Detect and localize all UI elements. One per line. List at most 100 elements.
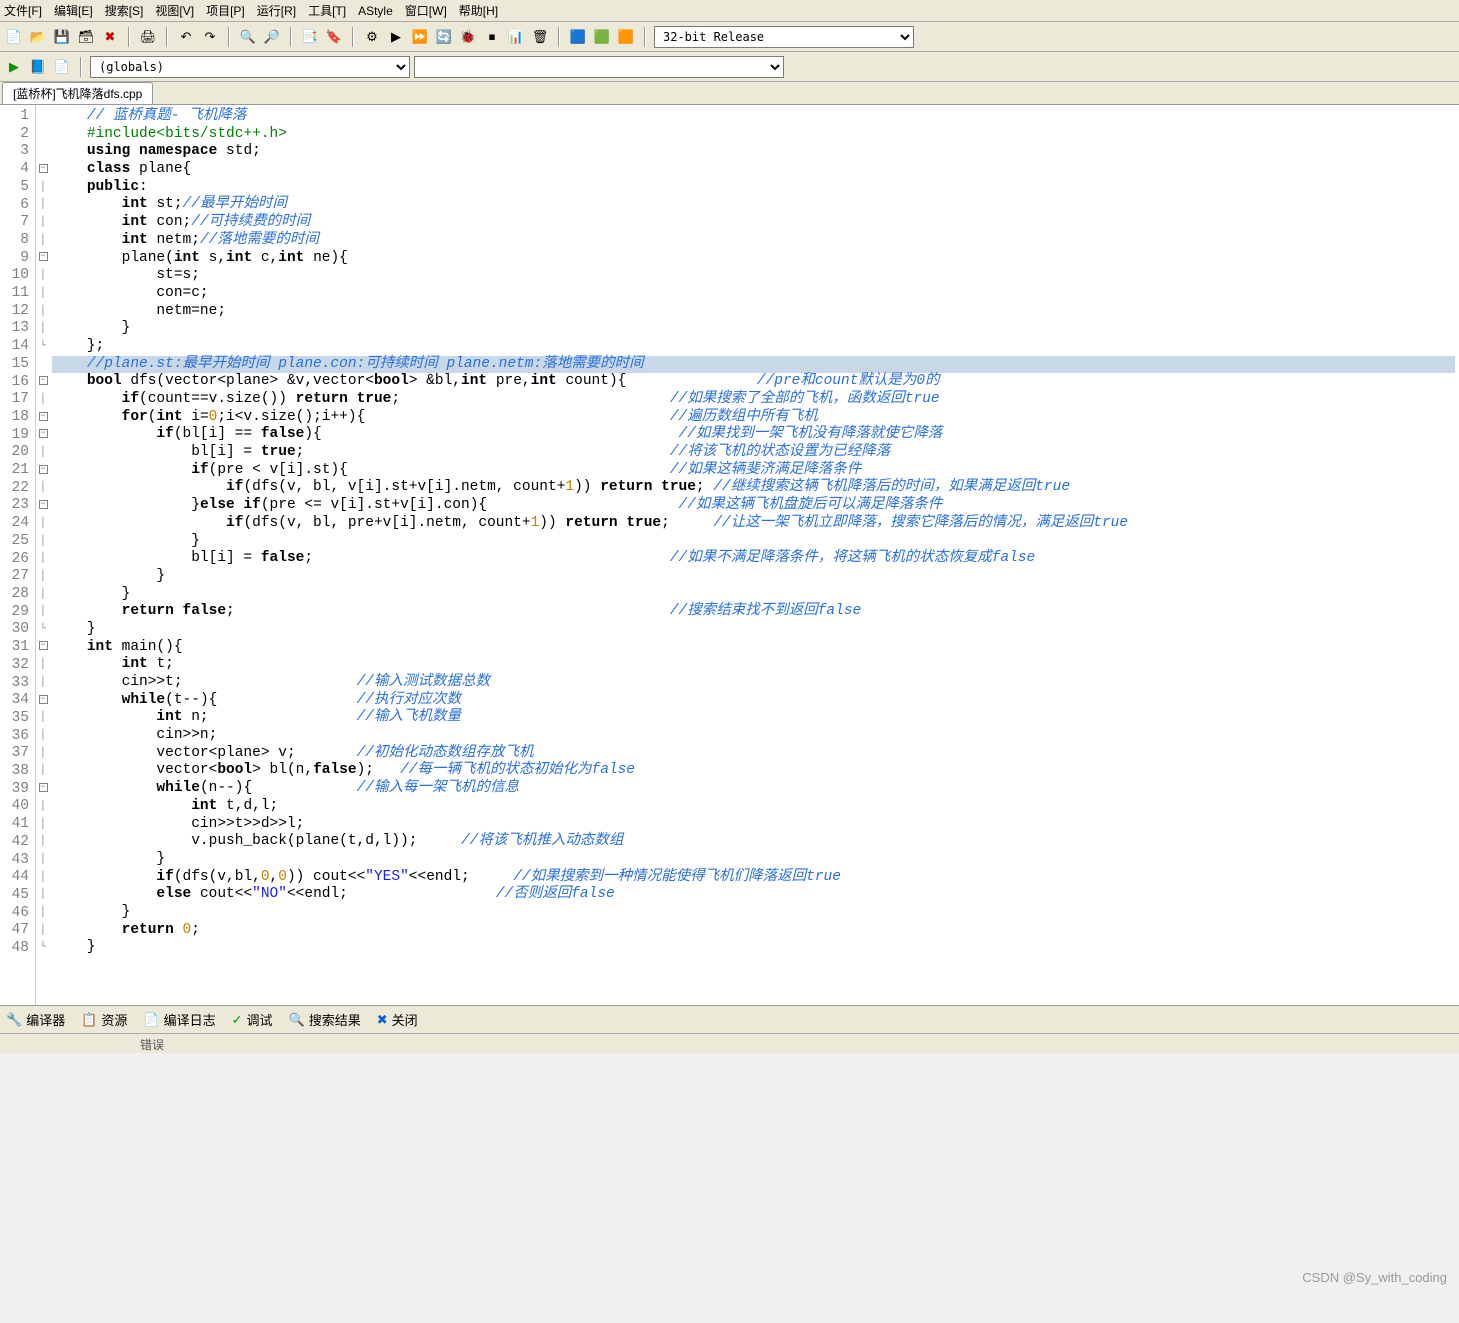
code-line[interactable]: class plane{ xyxy=(52,161,1455,179)
code-line[interactable]: public: xyxy=(52,179,1455,197)
code-line[interactable]: plane(int s,int c,int ne){ xyxy=(52,250,1455,268)
code-line[interactable]: if(pre < v[i].st){ //如果这辆斐济满足降落条件 xyxy=(52,462,1455,480)
tab-compiler[interactable]: 🔧编译器 xyxy=(6,1010,65,1029)
code-line[interactable]: while(t--){ //执行对应次数 xyxy=(52,692,1455,710)
code-line[interactable]: } xyxy=(52,904,1455,922)
tab-resources[interactable]: 📋资源 xyxy=(81,1010,127,1029)
close-file-icon[interactable]: ✖ xyxy=(100,27,120,47)
code-line[interactable]: for(int i=0;i<v.size();i++){ //遍历数组中所有飞机 xyxy=(52,409,1455,427)
code-line[interactable]: } xyxy=(52,533,1455,551)
member-combo[interactable] xyxy=(414,56,784,78)
fold-marker[interactable]: − xyxy=(36,426,50,444)
menu-file[interactable]: 文件[F] xyxy=(4,2,42,19)
delete-exe-icon[interactable]: 🗑 xyxy=(530,27,550,47)
undo-icon[interactable]: ↶ xyxy=(176,27,196,47)
code-line[interactable]: v.push_back(plane(t,d,l)); //将该飞机推入动态数组 xyxy=(52,833,1455,851)
config3-icon[interactable]: 🟧 xyxy=(616,27,636,47)
code-line[interactable]: netm=ne; xyxy=(52,303,1455,321)
fold-marker[interactable]: − xyxy=(36,373,50,391)
menu-help[interactable]: 帮助[H] xyxy=(459,2,498,19)
menu-view[interactable]: 视图[V] xyxy=(155,2,194,19)
code-line[interactable]: cin>>t>>d>>l; xyxy=(52,816,1455,834)
fold-marker[interactable]: − xyxy=(36,409,50,427)
rebuild-icon[interactable]: 🔄 xyxy=(434,27,454,47)
code-line[interactable]: return false; //搜索结束找不到返回false xyxy=(52,603,1455,621)
code-line[interactable]: } xyxy=(52,851,1455,869)
code-line[interactable]: while(n--){ //输入每一架飞机的信息 xyxy=(52,780,1455,798)
code-line[interactable]: int main(){ xyxy=(52,639,1455,657)
code-line[interactable]: } xyxy=(52,621,1455,639)
goto-icon[interactable]: 📑 xyxy=(300,27,320,47)
code-line[interactable]: if(bl[i] == false){ //如果找到一架飞机没有降落就使它降落 xyxy=(52,426,1455,444)
tab-compile-log[interactable]: 📄编译日志 xyxy=(143,1010,215,1029)
open-file-icon[interactable]: 📂 xyxy=(28,27,48,47)
code-line[interactable]: } xyxy=(52,586,1455,604)
fold-marker[interactable]: − xyxy=(36,250,50,268)
config2-icon[interactable]: 🟩 xyxy=(592,27,612,47)
new-class-icon[interactable]: 📄 xyxy=(52,57,72,77)
bookmark-icon[interactable]: 🔖 xyxy=(324,27,344,47)
code-line[interactable]: } xyxy=(52,320,1455,338)
menu-edit[interactable]: 编辑[E] xyxy=(54,2,93,19)
code-line[interactable]: int t,d,l; xyxy=(52,798,1455,816)
fold-marker[interactable]: − xyxy=(36,692,50,710)
compile-icon[interactable]: ⚙ xyxy=(362,27,382,47)
profiler-icon[interactable]: 📊 xyxy=(506,27,526,47)
save-icon[interactable]: 💾 xyxy=(52,27,72,47)
menu-window[interactable]: 窗口[W] xyxy=(405,2,447,19)
menu-run[interactable]: 运行[R] xyxy=(257,2,296,19)
tab-debug[interactable]: ✓调试 xyxy=(232,1010,273,1029)
find-next-icon[interactable]: 🔎 xyxy=(262,27,282,47)
code-line[interactable]: } xyxy=(52,568,1455,586)
debug-icon[interactable]: 🐞 xyxy=(458,27,478,47)
code-line[interactable]: }; xyxy=(52,338,1455,356)
code-line[interactable]: int t; xyxy=(52,656,1455,674)
code-line[interactable]: if(dfs(v, bl, pre+v[i].netm, count+1)) r… xyxy=(52,515,1455,533)
print-icon[interactable]: 🖨 xyxy=(138,27,158,47)
code-line[interactable]: bool dfs(vector<plane> &v,vector<bool> &… xyxy=(52,373,1455,391)
fold-marker[interactable]: − xyxy=(36,161,50,179)
code-line[interactable]: int st;//最早开始时间 xyxy=(52,196,1455,214)
code-editor[interactable]: 1234567891011121314151617181920212223242… xyxy=(0,105,1459,1005)
code-line[interactable]: if(dfs(v, bl, v[i].st+v[i].netm, count+1… xyxy=(52,479,1455,497)
code-area[interactable]: // 蓝桥真题- 飞机降落 #include<bits/stdc++.h> us… xyxy=(50,105,1459,1005)
fold-marker[interactable]: − xyxy=(36,497,50,515)
code-line[interactable]: #include<bits/stdc++.h> xyxy=(52,126,1455,144)
stop-icon[interactable]: ⏹ xyxy=(482,27,502,47)
compile-run-icon[interactable]: ⏩ xyxy=(410,27,430,47)
config1-icon[interactable]: 🟦 xyxy=(568,27,588,47)
code-line[interactable]: bl[i] = true; //将该飞机的状态设置为已经降落 xyxy=(52,444,1455,462)
code-line[interactable]: cin>>n; xyxy=(52,727,1455,745)
code-line[interactable]: vector<bool> bl(n,false); //每一辆飞机的状态初始化为… xyxy=(52,762,1455,780)
code-line[interactable]: }else if(pre <= v[i].st+v[i].con){ //如果这… xyxy=(52,497,1455,515)
code-line[interactable]: con=c; xyxy=(52,285,1455,303)
code-line[interactable]: st=s; xyxy=(52,267,1455,285)
run-button-icon[interactable]: ▶ xyxy=(4,57,24,77)
run-icon[interactable]: ▶ xyxy=(386,27,406,47)
new-file-icon[interactable]: 📄 xyxy=(4,27,24,47)
menu-tools[interactable]: 工具[T] xyxy=(308,2,346,19)
tab-close[interactable]: ✖关闭 xyxy=(377,1010,418,1029)
menu-astyle[interactable]: AStyle xyxy=(358,4,393,18)
menu-project[interactable]: 项目[P] xyxy=(206,2,245,19)
code-line[interactable]: using namespace std; xyxy=(52,143,1455,161)
fold-marker[interactable]: − xyxy=(36,780,50,798)
save-all-icon[interactable]: 🗃 xyxy=(76,27,96,47)
code-line[interactable]: else cout<<"NO"<<endl; //否则返回false xyxy=(52,886,1455,904)
code-line[interactable]: int n; //输入飞机数量 xyxy=(52,709,1455,727)
menu-search[interactable]: 搜索[S] xyxy=(105,2,144,19)
code-line[interactable]: cin>>t; //输入测试数据总数 xyxy=(52,674,1455,692)
fold-marker[interactable]: − xyxy=(36,639,50,657)
code-line[interactable]: bl[i] = false; //如果不满足降落条件，将这辆飞机的状态恢复成fa… xyxy=(52,550,1455,568)
code-line[interactable]: return 0; xyxy=(52,922,1455,940)
fold-column[interactable]: −││││−││││└ −│−−│−│−││││││└−││−││││−││││… xyxy=(36,105,50,1005)
tab-search-results[interactable]: 🔍搜索结果 xyxy=(289,1010,361,1029)
redo-icon[interactable]: ↷ xyxy=(200,27,220,47)
scope-combo[interactable]: (globals) xyxy=(90,56,410,78)
compiler-config-combo[interactable]: 32-bit Release xyxy=(654,26,914,48)
find-icon[interactable]: 🔍 xyxy=(238,27,258,47)
code-line[interactable]: // 蓝桥真题- 飞机降落 xyxy=(52,108,1455,126)
code-line[interactable]: int con;//可持续费的时间 xyxy=(52,214,1455,232)
code-line[interactable]: } xyxy=(52,939,1455,957)
code-line[interactable]: if(count==v.size()) return true; //如果搜索了… xyxy=(52,391,1455,409)
